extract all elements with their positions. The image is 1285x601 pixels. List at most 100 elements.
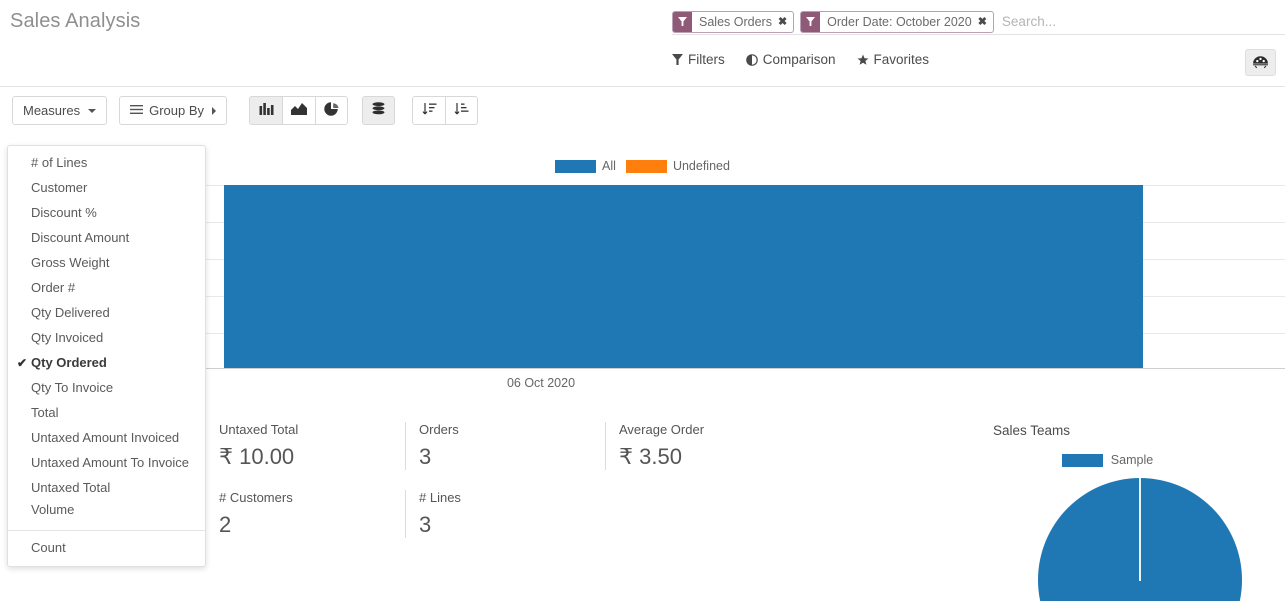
group-by-button[interactable]: Group By: [119, 96, 227, 125]
measure-item-label: Qty To Invoice: [31, 380, 113, 395]
kpi-lines[interactable]: # Lines 3: [405, 490, 461, 538]
measure-item-qty-delivered[interactable]: Qty Delivered: [8, 300, 205, 325]
comparison-menu[interactable]: Comparison: [746, 52, 836, 67]
kpi-average-order[interactable]: Average Order ₹ 3.50: [605, 422, 704, 470]
measure-item-gross-weight[interactable]: Gross Weight: [8, 250, 205, 275]
kpi-label: Orders: [419, 422, 459, 437]
measure-item-untaxed-amount-invoiced[interactable]: Untaxed Amount Invoiced: [8, 425, 205, 450]
measure-item-label: Volume: [31, 502, 74, 517]
measure-item-label: Discount %: [31, 205, 97, 220]
legend-item-undefined[interactable]: Undefined: [626, 159, 730, 173]
graph-toolbar: Measures Group By: [0, 87, 1285, 133]
stack-icon: [371, 102, 386, 119]
close-icon[interactable]: ✖: [776, 12, 793, 32]
search-facet-order-date[interactable]: Order Date: October 2020 ✖: [800, 11, 994, 33]
measure-item-count[interactable]: Count: [8, 535, 205, 560]
chevron-right-icon: [212, 107, 216, 115]
filters-menu-label: Filters: [688, 52, 725, 67]
search-input[interactable]: [1000, 14, 1285, 29]
legend-swatch: [1062, 454, 1103, 467]
measure-item-order-number[interactable]: Order #: [8, 275, 205, 300]
measure-item-label: Untaxed Amount Invoiced: [31, 430, 179, 445]
measure-item-qty-ordered[interactable]: ✔ Qty Ordered: [8, 350, 205, 375]
kpi-value: 3: [419, 512, 461, 538]
filter-icon: [801, 12, 820, 32]
measure-item-label: Order #: [31, 280, 75, 295]
kpi-untaxed-total[interactable]: Untaxed Total ₹ 10.00: [205, 422, 298, 470]
facet-label: Sales Orders: [692, 12, 776, 32]
chevron-down-icon: [88, 109, 96, 113]
legend-label: All: [602, 159, 616, 173]
measures-button[interactable]: Measures: [12, 96, 107, 125]
sort-group: [412, 96, 478, 125]
check-icon: ✔: [17, 356, 31, 370]
chart-type-group: [249, 96, 348, 125]
measure-item-label: # of Lines: [31, 155, 87, 170]
sort-descending-button[interactable]: [412, 96, 445, 125]
pie-chart-icon: [324, 102, 339, 120]
search-view: Sales Orders ✖ Order Date: October 2020 …: [672, 9, 1285, 35]
pie-legend-label: Sample: [1111, 453, 1153, 467]
dashboard-view-button[interactable]: [1245, 49, 1276, 76]
filters-menu[interactable]: Filters: [672, 52, 725, 67]
measure-item-label: Total: [31, 405, 58, 420]
search-input-wrapper: [1000, 14, 1285, 29]
search-dropdown-menus: Filters Comparison Favorites: [672, 52, 929, 67]
close-icon[interactable]: ✖: [976, 12, 993, 32]
legend-swatch: [626, 160, 667, 173]
view-switcher: [1245, 49, 1276, 76]
group-by-button-label: Group By: [149, 103, 204, 118]
area-chart-icon: [291, 102, 307, 119]
measure-item-untaxed-amount-to-invoice[interactable]: Untaxed Amount To Invoice: [8, 450, 205, 475]
chart-plot-area: [206, 185, 1285, 369]
measures-button-label: Measures: [23, 103, 80, 118]
measure-item-label: Untaxed Amount To Invoice: [31, 455, 189, 470]
filter-icon: [673, 12, 692, 32]
kpi-label: Untaxed Total: [219, 422, 298, 437]
measure-item-untaxed-total[interactable]: Untaxed Total: [8, 475, 205, 500]
stacked-toggle-button[interactable]: [362, 96, 395, 125]
legend-swatch: [555, 160, 596, 173]
search-facet-sales-orders[interactable]: Sales Orders ✖: [672, 11, 794, 33]
measure-item-label: Qty Invoiced: [31, 330, 103, 345]
bar-chart-icon: [259, 102, 274, 119]
x-axis-line: [206, 368, 1285, 369]
sort-amount-desc-icon: [422, 102, 437, 119]
line-chart-button[interactable]: [282, 96, 315, 125]
measures-dropdown-menu: # of Lines Customer Discount % Discount …: [7, 145, 206, 567]
kpi-value: 2: [219, 512, 293, 538]
measure-item-lines[interactable]: # of Lines: [8, 150, 205, 175]
measure-item-customer[interactable]: Customer: [8, 175, 205, 200]
pie-slice-divider: [1139, 478, 1141, 581]
comparison-menu-label: Comparison: [763, 52, 836, 67]
measure-item-label: Customer: [31, 180, 87, 195]
measure-item-qty-invoiced[interactable]: Qty Invoiced: [8, 325, 205, 350]
kpi-customers[interactable]: # Customers 2: [205, 490, 293, 538]
measure-item-label: Discount Amount: [31, 230, 129, 245]
kpi-value: 3: [419, 444, 459, 470]
kpi-orders[interactable]: Orders 3: [405, 422, 459, 470]
measure-item-label: Gross Weight: [31, 255, 110, 270]
sort-amount-asc-icon: [454, 102, 469, 119]
filter-icon: [672, 54, 683, 65]
measure-item-qty-to-invoice[interactable]: Qty To Invoice: [8, 375, 205, 400]
legend-item-all[interactable]: All: [555, 159, 616, 173]
measure-item-discount-percent[interactable]: Discount %: [8, 200, 205, 225]
control-panel-bottom: Filters Comparison Favorites: [0, 43, 1285, 87]
pie-chart-button[interactable]: [315, 96, 348, 125]
chart-bar-all[interactable]: [224, 185, 1143, 368]
facet-label: Order Date: October 2020: [820, 12, 976, 32]
kpi-label: Average Order: [619, 422, 704, 437]
measure-item-total[interactable]: Total: [8, 400, 205, 425]
measure-item-label: Count: [31, 540, 66, 555]
measure-item-volume[interactable]: Volume: [8, 500, 205, 525]
measure-item-discount-amount[interactable]: Discount Amount: [8, 225, 205, 250]
dashboard-icon: [1252, 53, 1269, 73]
x-tick-label: 06 Oct 2020: [507, 376, 575, 390]
sort-ascending-button[interactable]: [445, 96, 478, 125]
sales-teams-panel: Sales Teams Sample: [930, 408, 1285, 601]
bar-chart-button[interactable]: [249, 96, 282, 125]
menu-divider: [8, 530, 205, 531]
favorites-menu[interactable]: Favorites: [857, 52, 930, 67]
control-panel-top: Sales Analysis Sales Orders ✖ Order Date…: [0, 0, 1285, 43]
